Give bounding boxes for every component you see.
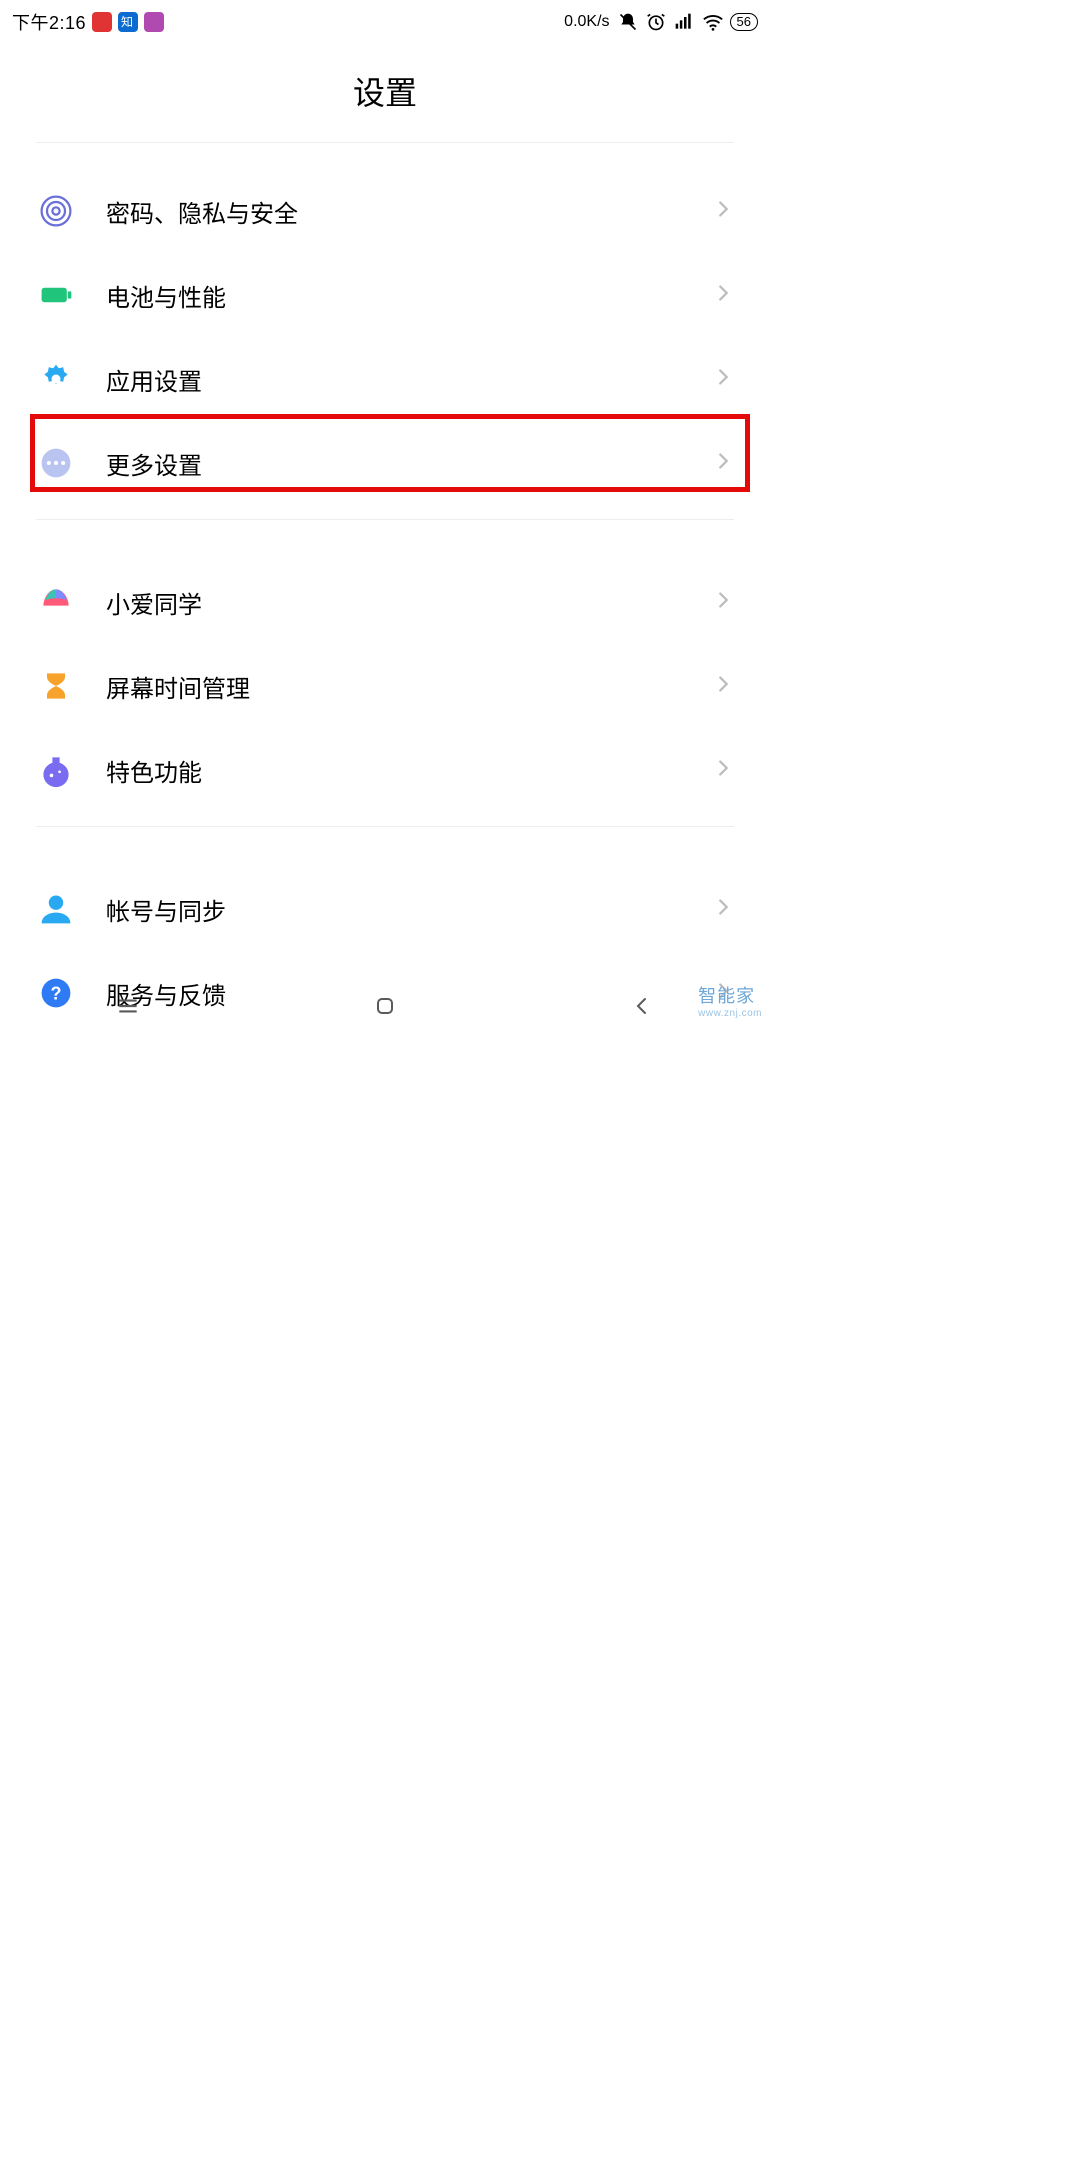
system-nav-bar <box>0 977 770 1035</box>
user-icon <box>36 889 76 929</box>
row-label: 更多设置 <box>106 446 712 481</box>
gear-icon <box>36 359 76 399</box>
chevron-right-icon <box>712 450 734 477</box>
page-title: 设置 <box>0 44 770 142</box>
chevron-right-icon <box>712 198 734 225</box>
row-more-settings[interactable]: 更多设置 <box>0 421 770 505</box>
nav-recent-button[interactable] <box>113 991 143 1021</box>
status-bar: 下午2:16 0.0K/s 56 <box>0 0 770 44</box>
row-label: 小爱同学 <box>106 585 712 620</box>
signal-icon <box>674 12 694 32</box>
watermark-url: www.znj.com <box>698 1008 762 1019</box>
row-screen-time[interactable]: 屏幕时间管理 <box>0 644 770 728</box>
settings-group-1: 密码、隐私与安全 电池与性能 应用设置 <box>0 169 770 505</box>
status-left: 下午2:16 <box>12 9 164 35</box>
wifi-icon <box>702 12 722 32</box>
battery-icon <box>36 275 76 315</box>
row-privacy-security[interactable]: 密码、隐私与安全 <box>0 169 770 253</box>
more-icon <box>36 443 76 483</box>
fingerprint-icon <box>36 191 76 231</box>
chevron-right-icon <box>712 896 734 923</box>
chevron-right-icon <box>712 366 734 393</box>
hourglass-icon <box>36 666 76 706</box>
battery-indicator: 56 <box>730 13 758 31</box>
chevron-right-icon <box>712 589 734 616</box>
notif-app-icon-3 <box>144 12 164 32</box>
group-divider <box>36 826 734 827</box>
status-right: 0.0K/s 56 <box>564 12 758 32</box>
notif-app-icon-1 <box>92 12 112 32</box>
row-special-features[interactable]: 特色功能 <box>0 728 770 812</box>
watermark-text: 智能家 <box>698 986 755 1006</box>
notif-app-icon-2 <box>118 12 138 32</box>
nav-back-button[interactable] <box>627 991 657 1021</box>
nav-home-button[interactable] <box>370 991 400 1021</box>
row-label: 屏幕时间管理 <box>106 669 712 704</box>
chevron-right-icon <box>712 757 734 784</box>
row-xiaoai[interactable]: 小爱同学 <box>0 560 770 644</box>
status-time: 下午2:16 <box>12 9 86 35</box>
xiaoai-icon <box>36 582 76 622</box>
network-speed: 0.0K/s <box>564 13 609 31</box>
row-label: 帐号与同步 <box>106 892 712 927</box>
mute-icon <box>618 12 638 32</box>
row-app-settings[interactable]: 应用设置 <box>0 337 770 421</box>
row-label: 密码、隐私与安全 <box>106 194 712 229</box>
row-label: 电池与性能 <box>106 278 712 313</box>
flask-icon <box>36 750 76 790</box>
chevron-right-icon <box>712 282 734 309</box>
alarm-icon <box>646 12 666 32</box>
row-label: 应用设置 <box>106 362 712 397</box>
group-divider <box>36 519 734 520</box>
chevron-right-icon <box>712 673 734 700</box>
screen: 下午2:16 0.0K/s 56 设置 <box>0 0 770 1035</box>
row-account-sync[interactable]: 帐号与同步 <box>0 867 770 951</box>
row-battery[interactable]: 电池与性能 <box>0 253 770 337</box>
row-label: 特色功能 <box>106 753 712 788</box>
watermark: 智能家 www.znj.com <box>698 982 762 1019</box>
settings-group-2: 小爱同学 屏幕时间管理 特色功能 <box>0 560 770 812</box>
